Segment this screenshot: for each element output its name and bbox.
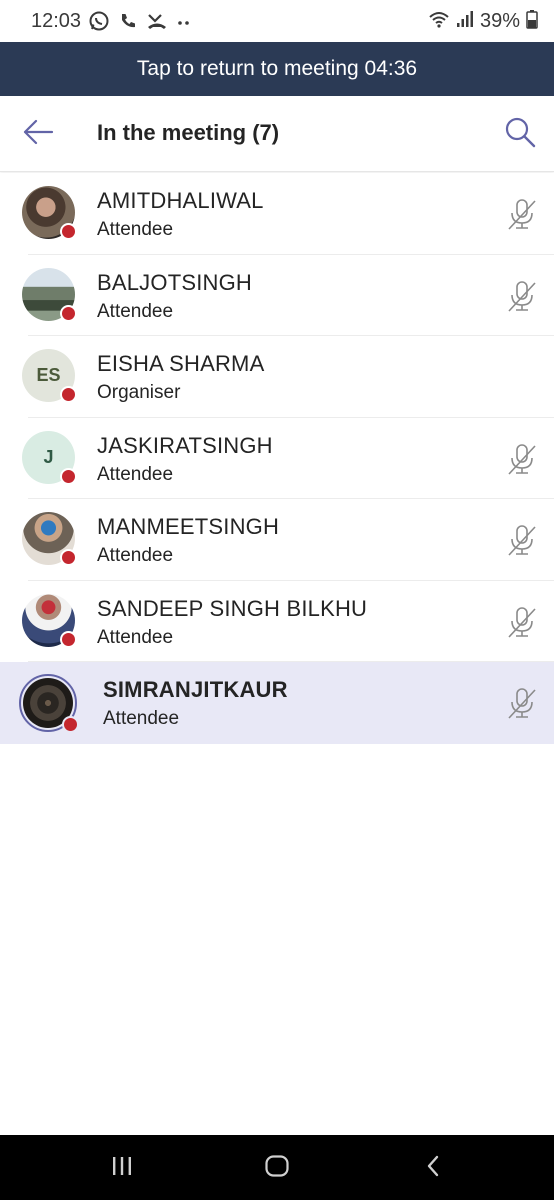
search-button[interactable] <box>500 114 540 154</box>
presence-busy-indicator <box>60 467 77 485</box>
mic-muted-icon <box>506 523 538 557</box>
return-to-meeting-banner[interactable]: Tap to return to meeting 04:36 <box>0 42 554 96</box>
recent-apps-button[interactable] <box>105 1153 139 1183</box>
participant-name: BALJOTSINGH <box>97 269 253 295</box>
banner-text: Tap to return to meeting 04:36 <box>136 57 418 80</box>
presence-busy-indicator <box>60 223 77 240</box>
participant-row[interactable]: MANMEETSINGH Attendee <box>0 499 554 581</box>
more-dots-icon <box>176 11 192 31</box>
participant-name: MANMEETSINGH <box>97 514 280 539</box>
participant-row-selected[interactable]: SIMRANJITKAUR Attendee <box>0 662 554 744</box>
back-icon <box>424 1154 442 1183</box>
participant-name: SANDEEP SINGH BILKHU <box>97 595 368 621</box>
page-title: In the meeting (7) <box>97 120 280 145</box>
participant-role: Organiser <box>97 382 181 403</box>
home-icon <box>264 1154 290 1183</box>
presence-busy-indicator <box>60 304 77 322</box>
presence-busy-indicator <box>60 386 77 403</box>
search-icon <box>503 115 537 154</box>
mic-muted-icon <box>506 605 538 639</box>
battery-icon <box>526 9 538 34</box>
participant-name: JASKIRATSINGH <box>97 432 273 458</box>
navigation-bar <box>0 1135 554 1200</box>
mic-muted-icon <box>506 686 538 720</box>
participant-role: Attendee <box>97 219 174 240</box>
signal-icon <box>456 9 474 34</box>
participant-name: AMITDHALIWAL <box>97 188 264 213</box>
status-bar: 12:03 39% <box>0 0 554 42</box>
avatar <box>22 512 77 566</box>
system-back-button[interactable] <box>416 1153 450 1183</box>
participant-role: Attendee <box>97 626 174 648</box>
avatar: J <box>22 430 77 485</box>
mic-muted-icon <box>506 197 538 231</box>
participant-name: EISHA SHARMA <box>97 351 265 376</box>
whatsapp-icon <box>88 10 110 32</box>
avatar <box>22 186 77 240</box>
battery-percent: 39% <box>479 9 520 32</box>
participant-row[interactable]: J JASKIRATSINGH Attendee <box>0 417 554 499</box>
presence-busy-indicator <box>60 630 77 648</box>
presence-busy-indicator <box>60 549 77 566</box>
participant-row[interactable]: BALJOTSINGH Attendee <box>0 254 554 336</box>
avatar-initials: ES <box>36 365 61 385</box>
avatar <box>22 593 77 648</box>
wifi-icon <box>428 9 450 34</box>
phone-icon <box>118 11 138 31</box>
participant-row[interactable]: SANDEEP SINGH BILKHU Attendee <box>0 580 554 662</box>
avatar: ES <box>22 349 77 403</box>
missed-call-icon <box>146 11 168 31</box>
status-time: 12:03 <box>31 10 82 32</box>
presence-busy-indicator <box>62 716 79 733</box>
home-button[interactable] <box>260 1153 294 1183</box>
mic-muted-icon <box>506 442 538 476</box>
avatar <box>19 674 79 733</box>
participant-row[interactable]: AMITDHALIWAL Attendee <box>0 173 554 255</box>
status-notification-icons <box>88 9 192 33</box>
participant-role: Attendee <box>103 708 180 729</box>
back-arrow-icon <box>22 118 54 151</box>
participant-role: Attendee <box>97 300 174 322</box>
mic-muted-icon <box>506 279 538 313</box>
participants-header: In the meeting (7) <box>0 96 554 172</box>
participant-list: AMITDHALIWAL Attendee BALJOTSINGH Attend… <box>0 173 554 744</box>
recent-apps-icon <box>110 1155 134 1182</box>
participant-name: SIMRANJITKAUR <box>103 677 288 702</box>
back-button[interactable] <box>18 116 58 152</box>
avatar-initials: J <box>43 446 54 467</box>
participant-role: Attendee <box>97 545 174 566</box>
participant-role: Attendee <box>97 463 174 485</box>
avatar <box>22 267 77 322</box>
status-system-icons: 39% <box>428 9 538 33</box>
participant-row[interactable]: ES EISHA SHARMA Organiser <box>0 336 554 418</box>
